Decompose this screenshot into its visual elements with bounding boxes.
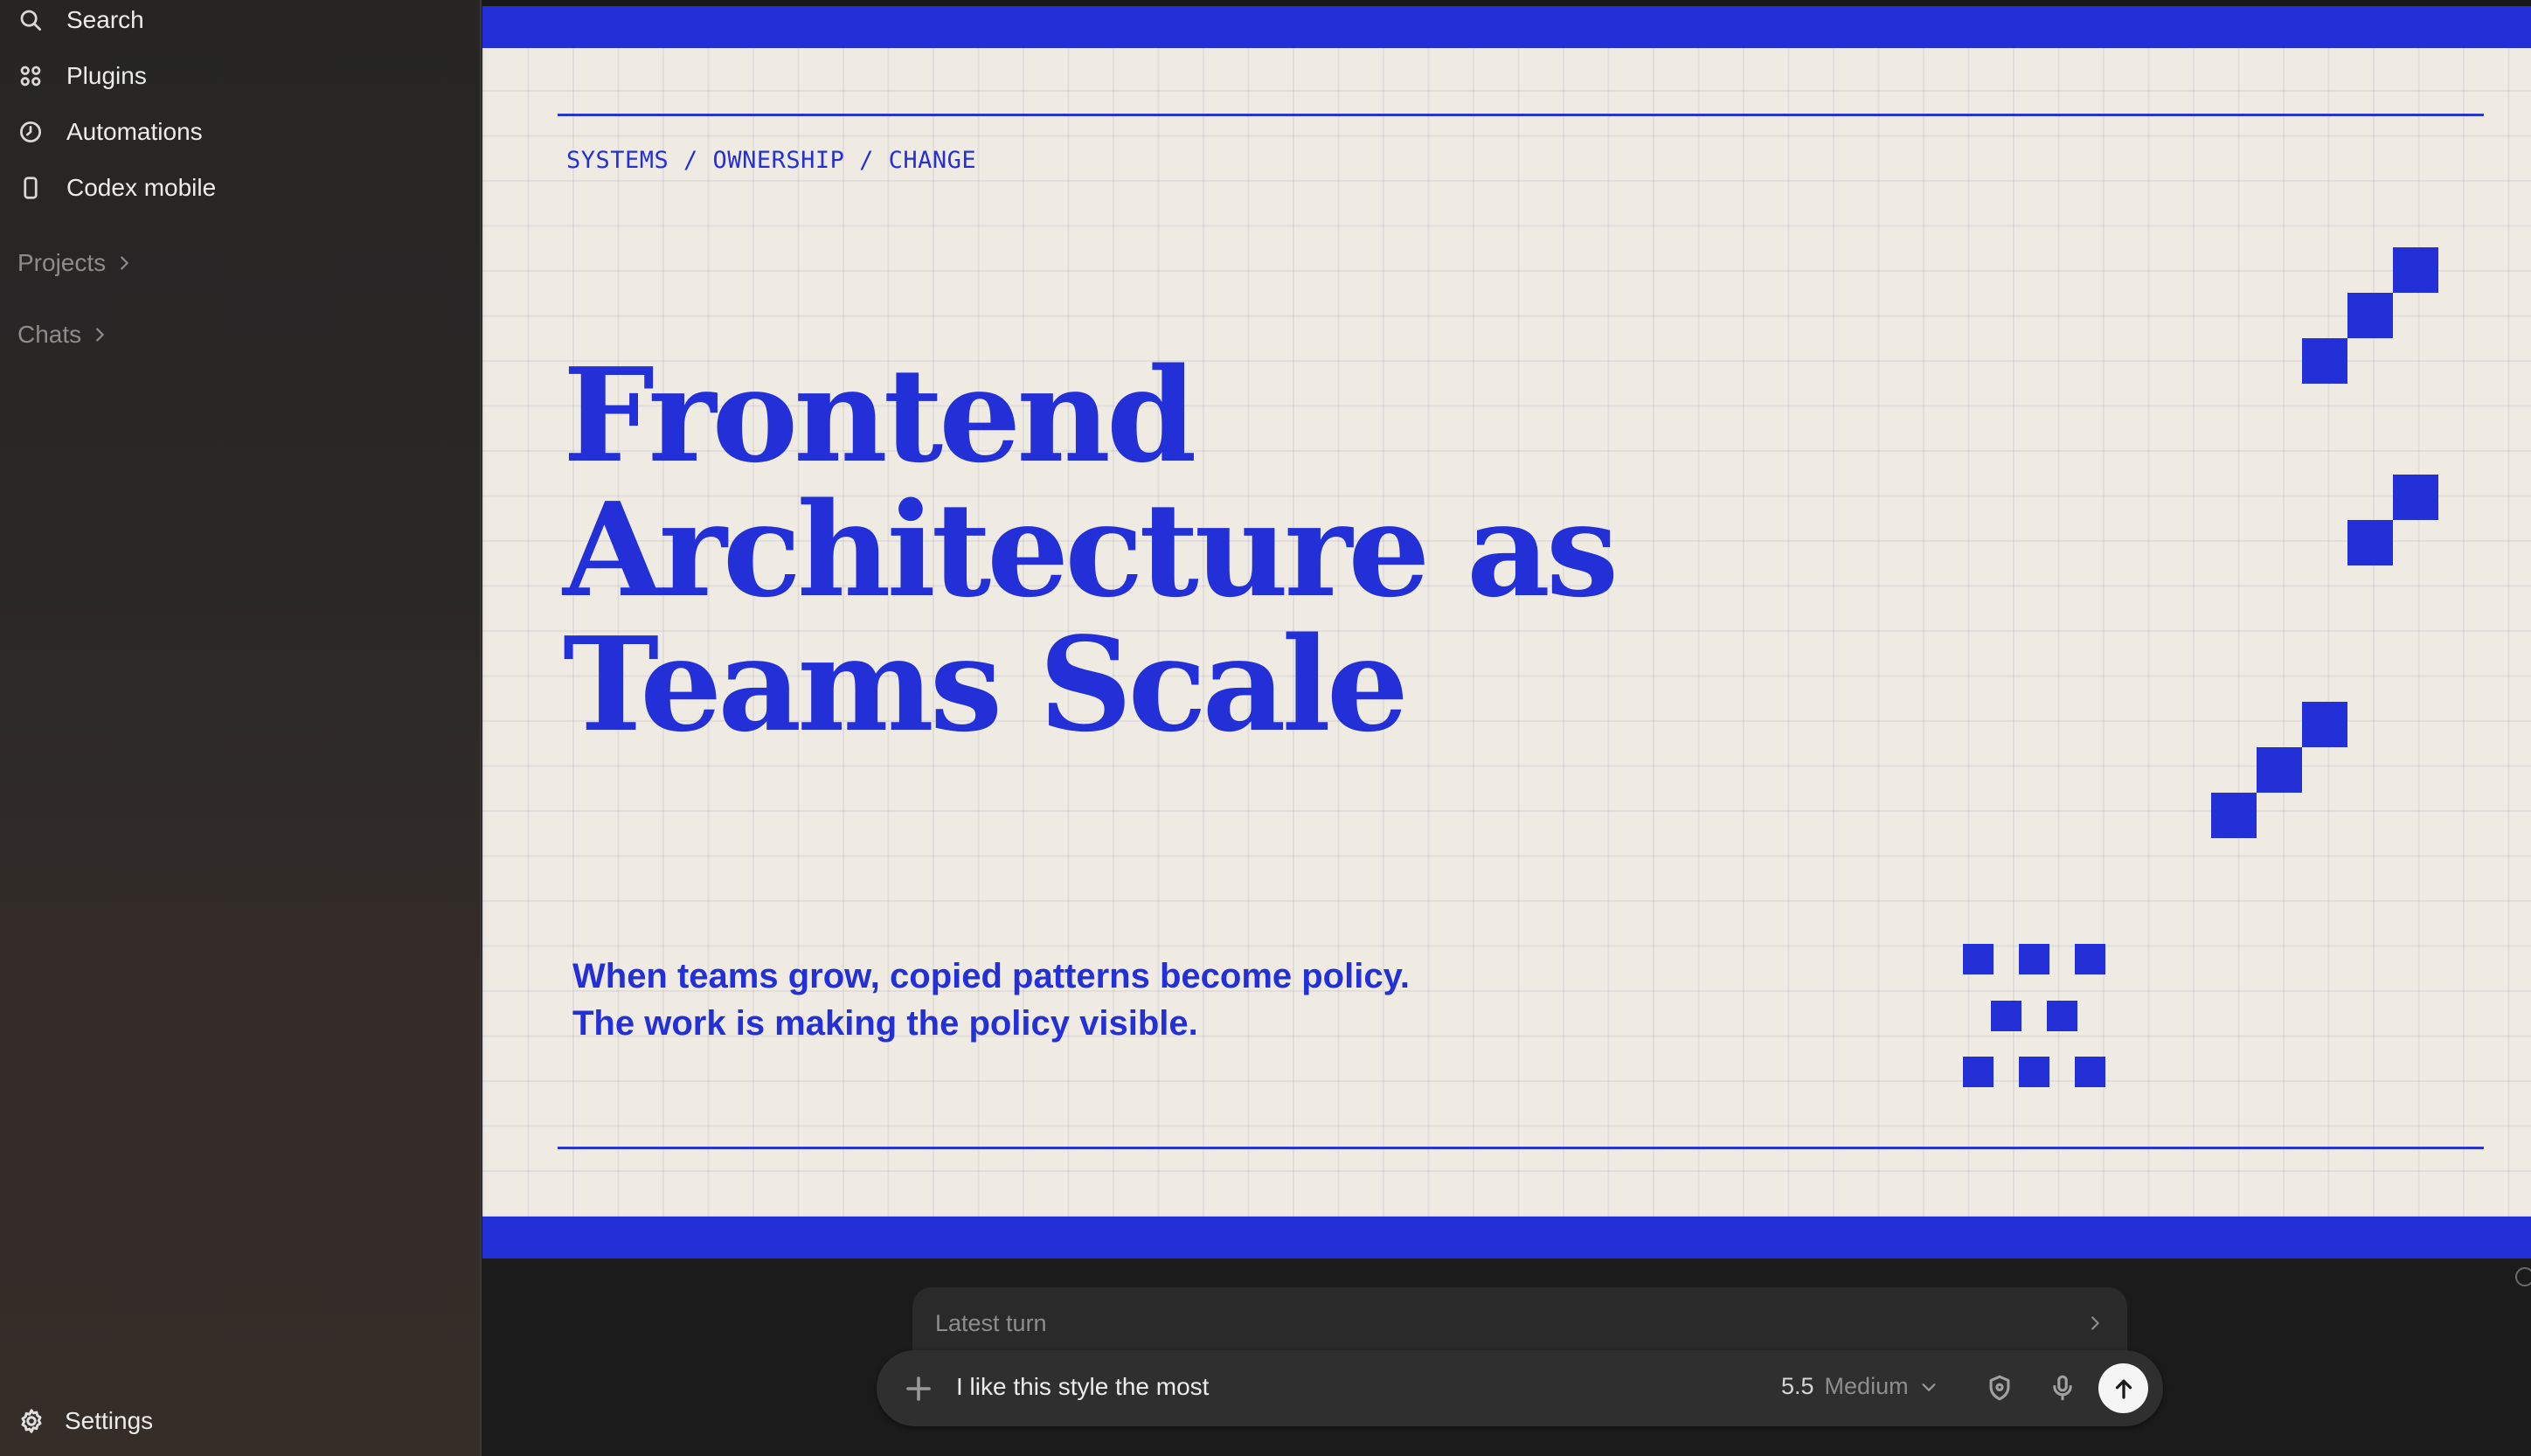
- send-button[interactable]: [2098, 1363, 2148, 1413]
- plugins-icon: [20, 66, 41, 87]
- slide-bottom-rule: [558, 1147, 2484, 1149]
- model-selector[interactable]: 5.5 Medium: [1781, 1373, 1938, 1400]
- sidebar-item-search[interactable]: Search: [17, 0, 144, 42]
- sidebar-section-label: Chats: [17, 321, 82, 348]
- microphone-icon[interactable]: [2048, 1373, 2077, 1403]
- phone-icon: [24, 177, 38, 199]
- sidebar-section-label: Projects: [17, 249, 107, 276]
- latest-turn-label: Latest turn: [935, 1309, 1047, 1336]
- pixel-square: [1963, 944, 1994, 974]
- sidebar-item-codex-mobile[interactable]: Codex mobile: [17, 166, 216, 210]
- slide-preview: SYSTEMS / OWNERSHIP / CHANGE Frontend Ar…: [482, 0, 2531, 1258]
- pixel-square: [2257, 747, 2302, 793]
- shield-icon[interactable]: [1985, 1373, 2014, 1403]
- pixel-square: [2075, 944, 2105, 974]
- sidebar-item-automations[interactable]: Automations: [17, 110, 203, 154]
- pixel-square: [1991, 1001, 2021, 1031]
- pixel-square: [2047, 1001, 2077, 1031]
- pixel-square: [2075, 1057, 2105, 1087]
- scroll-toggle-icon[interactable]: [2515, 1267, 2531, 1286]
- sidebar-item-label: Search: [66, 6, 144, 33]
- clock-icon: [20, 121, 41, 142]
- gear-icon: [21, 1409, 42, 1433]
- plus-icon[interactable]: [903, 1373, 934, 1404]
- sidebar-item-label: Automations: [66, 118, 203, 145]
- message-composer: I like this style the most 5.5 Medium: [877, 1350, 2163, 1426]
- sidebar-item-plugins[interactable]: Plugins: [17, 54, 147, 98]
- pixel-square: [2302, 702, 2347, 747]
- sidebar: Search Plugins Automations Codex mobile …: [0, 0, 482, 1456]
- pixel-square: [2347, 520, 2393, 565]
- chevron-right-icon: [121, 256, 128, 270]
- pixel-square: [2019, 944, 2049, 974]
- chevron-right-icon: [96, 328, 104, 342]
- settings-label: Settings: [65, 1407, 154, 1434]
- model-version: 5.5: [1781, 1373, 1814, 1399]
- pixel-square: [2393, 247, 2438, 293]
- pixel-square: [2302, 338, 2347, 384]
- pixel-decoration: [1963, 247, 2438, 1087]
- search-icon: [20, 10, 41, 31]
- pixel-square: [1963, 1057, 1994, 1087]
- message-input[interactable]: I like this style the most: [956, 1373, 1209, 1401]
- sidebar-item-label: Plugins: [66, 62, 147, 89]
- pixel-square: [2393, 475, 2438, 520]
- slide-bottom-band: [482, 1217, 2531, 1258]
- model-effort: Medium: [1824, 1373, 1909, 1399]
- chevron-down-icon: [1922, 1383, 1936, 1391]
- sidebar-item-label: Codex mobile: [66, 174, 217, 201]
- pixel-square: [2211, 793, 2257, 838]
- pixel-square: [2019, 1057, 2049, 1087]
- pixel-square: [2347, 293, 2393, 338]
- arrow-up-icon: [2115, 1379, 2132, 1399]
- sidebar-section-chats[interactable]: Chats: [17, 321, 109, 349]
- settings-button[interactable]: Settings: [17, 1407, 153, 1435]
- sidebar-section-projects[interactable]: Projects: [17, 249, 134, 277]
- latest-turn-bar[interactable]: Latest turn: [912, 1287, 2127, 1359]
- chevron-right-icon: [2091, 1316, 2099, 1330]
